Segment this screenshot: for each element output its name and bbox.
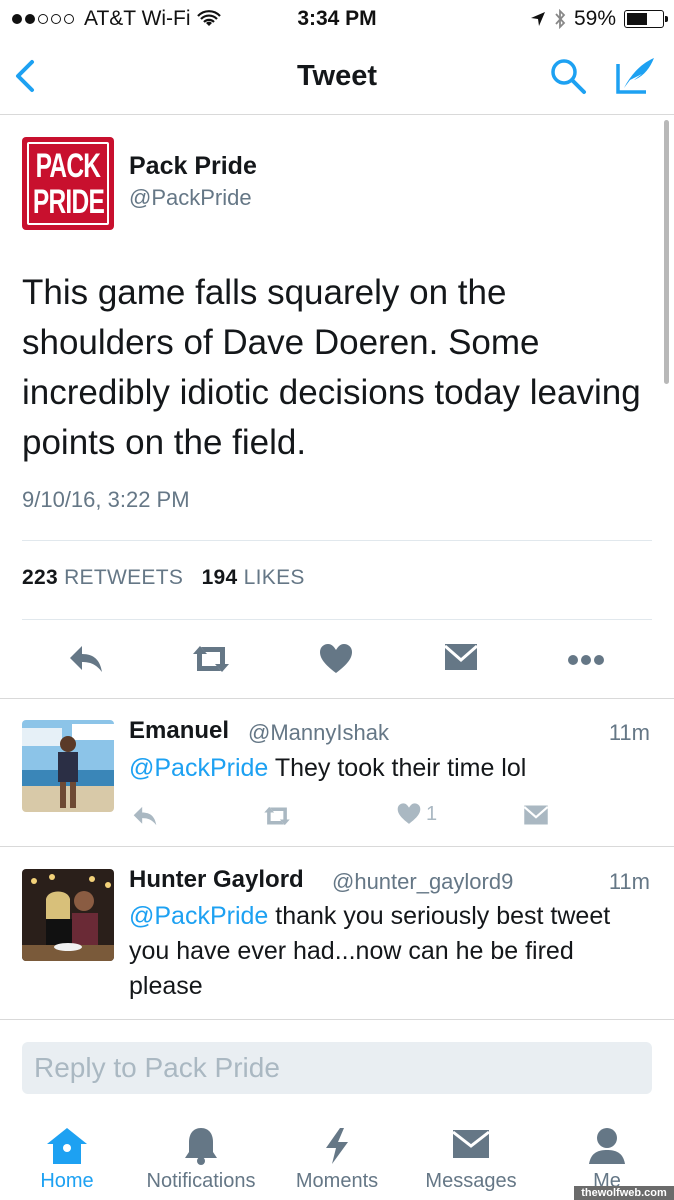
tab-label: Home — [40, 1170, 94, 1192]
reply-author-handle[interactable]: @MannyIshak — [248, 720, 389, 746]
logo-line-2: PRIDE — [32, 182, 104, 221]
like-button[interactable]: 1 — [396, 802, 437, 826]
mention-link[interactable]: @PackPride — [129, 902, 268, 930]
direct-message-button[interactable] — [443, 642, 483, 676]
lightning-icon — [326, 1128, 348, 1164]
logo-line-1: PACK — [35, 146, 101, 185]
status-left: AT&T Wi-Fi — [12, 7, 221, 31]
message-icon — [444, 644, 478, 670]
retweets-label[interactable]: RETWEETS — [64, 566, 183, 589]
divider — [22, 540, 652, 541]
author-avatar[interactable]: PACK PRIDE — [22, 137, 114, 230]
author-handle[interactable]: @PackPride — [129, 185, 252, 211]
location-arrow-icon — [530, 12, 545, 26]
like-button[interactable] — [318, 642, 358, 676]
tab-messages[interactable]: Messages — [404, 1112, 538, 1200]
scrollbar[interactable] — [664, 120, 669, 384]
retweet-icon — [193, 646, 229, 672]
tab-label: Moments — [295, 1170, 379, 1192]
status-right: 59% — [530, 7, 668, 31]
restaurant-photo-avatar — [22, 869, 114, 961]
like-count: 1 — [426, 802, 438, 825]
reply-button[interactable] — [66, 642, 106, 676]
back-button[interactable] — [12, 56, 42, 96]
tweet-timestamp: 9/10/16, 3:22 PM — [22, 487, 190, 512]
envelope-icon — [452, 1130, 490, 1158]
tab-bar: Home Notifications Moments Messages Me — [0, 1112, 674, 1200]
reply-text: @PackPride thank you seriously best twee… — [129, 899, 649, 1004]
watermark: thewolfweb.com — [574, 1186, 674, 1200]
person-icon — [589, 1128, 625, 1164]
more-options-button[interactable] — [566, 642, 606, 676]
compose-icon — [616, 58, 654, 94]
like-icon — [320, 644, 352, 673]
tab-home[interactable]: Home — [0, 1112, 134, 1200]
tweet-text: This game falls squarely on the shoulder… — [22, 273, 641, 462]
status-bar: AT&T Wi-Fi 3:34 PM 59% — [0, 0, 674, 38]
mention-link[interactable]: @PackPride — [129, 754, 268, 782]
beach-photo-avatar — [22, 720, 114, 812]
signal-strength-icon — [12, 14, 74, 24]
search-icon — [551, 59, 586, 94]
navigation-bar: Tweet — [0, 38, 674, 115]
pack-pride-logo: PACK PRIDE — [22, 137, 114, 230]
section-divider — [0, 1019, 674, 1020]
carrier-label: AT&T Wi-Fi — [84, 7, 191, 30]
compose-button[interactable] — [612, 54, 658, 98]
reply-time: 11m — [608, 869, 650, 894]
tab-moments[interactable]: Moments — [270, 1112, 404, 1200]
tweet-stats: 223 RETWEETS 194 LIKES — [22, 566, 305, 590]
author-name[interactable]: Pack Pride — [129, 152, 257, 181]
battery-icon — [624, 10, 668, 28]
reply-icon — [70, 646, 102, 672]
divider — [22, 619, 652, 620]
direct-message-button[interactable] — [522, 804, 550, 831]
section-divider — [0, 698, 674, 699]
reply-time: 11m — [608, 720, 650, 745]
reply-icon — [133, 806, 157, 826]
section-divider — [0, 846, 674, 847]
reply-button[interactable] — [130, 804, 160, 833]
tweet-actions — [0, 630, 674, 690]
reply-author-name[interactable]: Hunter Gaylord — [129, 866, 304, 894]
retweet-button[interactable] — [260, 804, 294, 833]
retweets-count[interactable]: 223 — [22, 566, 58, 589]
likes-count[interactable]: 194 — [202, 566, 238, 589]
avatar[interactable] — [22, 869, 114, 961]
reply-author-name[interactable]: Emanuel — [129, 717, 229, 745]
reply-author-handle[interactable]: @hunter_gaylord9 — [332, 869, 513, 895]
battery-percent: 59% — [573, 7, 616, 30]
home-icon — [47, 1128, 87, 1164]
retweet-icon — [264, 806, 290, 826]
wifi-icon — [196, 10, 221, 26]
message-icon — [523, 805, 549, 825]
reply-body: They took their time lol — [268, 754, 527, 782]
avatar[interactable] — [22, 720, 114, 812]
bluetooth-icon — [555, 9, 566, 29]
reply-text: @PackPride They took their time lol — [129, 751, 649, 786]
bell-icon — [185, 1128, 217, 1165]
tab-label: Notifications — [146, 1170, 256, 1192]
more-icon — [568, 655, 604, 665]
reply-input[interactable] — [22, 1042, 652, 1094]
search-button[interactable] — [548, 56, 588, 96]
tab-label: Messages — [425, 1170, 517, 1192]
back-chevron-icon — [16, 60, 34, 92]
retweet-button[interactable] — [189, 642, 233, 676]
likes-label[interactable]: LIKES — [244, 566, 305, 589]
like-icon — [397, 803, 421, 824]
tab-notifications[interactable]: Notifications — [134, 1112, 268, 1200]
